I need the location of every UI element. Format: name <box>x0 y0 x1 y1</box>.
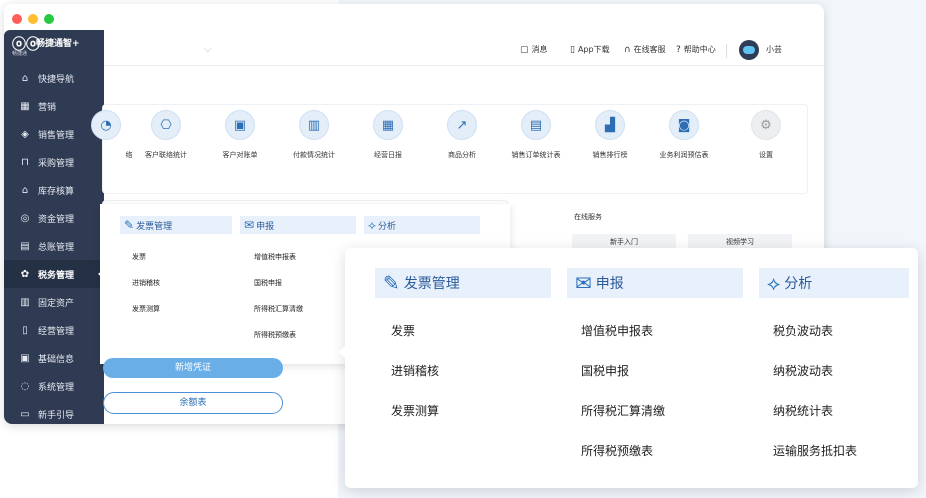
quick-item-contact-stats[interactable]: ⎔ 客户联络统计 <box>126 110 206 160</box>
gear-icon: ⚙ <box>751 110 781 140</box>
brand-sub: 畅捷通 <box>12 51 28 57</box>
bag-icon: ⊓ <box>21 156 29 168</box>
analysis-icon: ⟡ <box>767 271 781 295</box>
invoice-icon: ✎ <box>124 218 135 232</box>
payment-stats-icon: ▥ <box>299 110 329 140</box>
menu-item-prepay-small[interactable]: 所得税预缴表 <box>254 330 296 340</box>
sales-order-icon: ▤ <box>521 110 551 140</box>
quick-item-daily-report[interactable]: ▦ 经营日报 <box>348 110 428 160</box>
zoom-traffic-light[interactable] <box>44 14 54 24</box>
menu-item-national-small[interactable]: 国税申报 <box>254 278 282 288</box>
warehouse-icon: ⌂ <box>21 184 29 196</box>
quick-item-statement[interactable]: ▣ 客户对账单 <box>200 110 280 160</box>
chevron-down-icon[interactable]: ⌵ <box>204 44 212 55</box>
online-service-title: 在线服务 <box>574 213 602 221</box>
declare-header: ✉ 申报 <box>567 268 743 298</box>
sidebar-item-system[interactable]: ◌ 系统管理 <box>4 372 104 400</box>
analysis-header: ⟡ 分析 <box>759 268 909 298</box>
sales-icon: ◈ <box>21 128 29 140</box>
quick-item-sales-order[interactable]: ▤ 销售订单统计表 <box>496 110 576 160</box>
declare-icon: ✉ <box>244 218 255 232</box>
menu-item-settle-small[interactable]: 所得税汇算清缴 <box>254 304 303 314</box>
sidebar-item-funds[interactable]: ◎ 资金管理 <box>4 204 104 232</box>
business-icon: ▯ <box>22 324 28 336</box>
statement-icon: ▣ <box>225 110 255 140</box>
balance-button[interactable]: 余额表 <box>103 392 283 414</box>
invoice-header-small: ✎ 发票管理 <box>120 216 232 234</box>
menu-item-tax-stats[interactable]: 纳税统计表 <box>773 402 833 419</box>
home-icon: ⌂ <box>21 72 29 84</box>
messages-link[interactable]: ▢ 消息 <box>520 44 548 55</box>
quick-item-settings[interactable]: ⚙ 设置 <box>726 110 806 160</box>
declare-icon: ✉ <box>575 271 592 295</box>
money-icon: ◎ <box>20 212 30 224</box>
sidebar-item-ledger[interactable]: ▤ 总账管理 <box>4 232 104 260</box>
sidebar-item-tax[interactable]: ✿ 税务管理 <box>4 260 104 288</box>
product-analysis-icon: ↗ <box>447 110 477 140</box>
user-avatar[interactable] <box>739 40 759 60</box>
menu-item-invoice-small[interactable]: 发票 <box>132 252 146 262</box>
menu-item-audit-small[interactable]: 进销稽核 <box>132 278 160 288</box>
menu-item-national[interactable]: 国税申报 <box>581 362 629 379</box>
asset-icon: ▥ <box>20 296 30 308</box>
app-download-link[interactable]: ▯ App下载 <box>570 44 610 55</box>
menu-item-calc-small[interactable]: 发票测算 <box>132 304 160 314</box>
analysis-icon: ⟡ <box>368 217 376 232</box>
daily-report-icon: ▦ <box>373 110 403 140</box>
ranking-icon: ▟ <box>595 110 625 140</box>
divider <box>726 44 727 58</box>
quick-item-product-analysis[interactable]: ↗ 商品分析 <box>422 110 502 160</box>
menu-item-transport[interactable]: 运输服务抵扣表 <box>773 442 857 459</box>
menu-item-tax-fluct[interactable]: 纳税波动表 <box>773 362 833 379</box>
menu-item-vat-small[interactable]: 增值税申报表 <box>254 252 296 262</box>
tax-menu-zoomed: ✎ 发票管理 ✉ 申报 ⟡ 分析 发票 进销稽核 发票测算 增值税申报表 国税申报 所… <box>339 248 918 488</box>
menu-item-invoice[interactable]: 发票 <box>391 322 415 339</box>
profit-icon: ◙ <box>669 110 699 140</box>
headset-icon: ∩ <box>624 45 631 55</box>
menu-item-settle[interactable]: 所得税汇算清缴 <box>581 402 665 419</box>
menu-item-tax-burden[interactable]: 税负波动表 <box>773 322 833 339</box>
analysis-header-small: ⟡ 分析 <box>364 216 480 234</box>
invoice-header: ✎ 发票管理 <box>375 268 551 298</box>
phone-icon: ▯ <box>570 45 575 55</box>
info-icon: ▣ <box>20 352 30 364</box>
brand-logo: ⓞⓞ 畅捷通智+ 畅捷通 <box>12 34 80 58</box>
menu-item-calc[interactable]: 发票测算 <box>391 402 439 419</box>
minimize-traffic-light[interactable] <box>28 14 38 24</box>
quick-item-profit[interactable]: ◙ 业务利润预估表 <box>644 110 724 160</box>
menu-item-audit[interactable]: 进销稽核 <box>391 362 439 379</box>
online-service-link[interactable]: ∩ 在线客服 <box>624 44 666 55</box>
quick-item-payment-stats[interactable]: ▥ 付款情况统计 <box>274 110 354 160</box>
sidebar-item-basic-info[interactable]: ▣ 基础信息 <box>4 344 104 372</box>
menu-item-vat[interactable]: 增值税申报表 <box>581 322 653 339</box>
user-name[interactable]: 小芸 <box>766 44 782 55</box>
guide-icon: ▭ <box>20 408 30 420</box>
help-icon: ? <box>676 45 681 55</box>
quick-item-ranking[interactable]: ▟ 销售排行榜 <box>570 110 650 160</box>
ledger-icon: ▤ <box>20 240 30 252</box>
brand-name: 畅捷通智+ <box>36 39 80 49</box>
tax-icon: ✿ <box>20 268 30 280</box>
menu-item-prepay[interactable]: 所得税预缴表 <box>581 442 653 459</box>
sidebar-item-inventory[interactable]: ⌂ 库存核算 <box>4 176 104 204</box>
close-traffic-light[interactable] <box>12 14 22 24</box>
sidebar-item-quick-nav[interactable]: ⌂ 快捷导航 <box>4 64 104 92</box>
sidebar-item-fixed-assets[interactable]: ▥ 固定资产 <box>4 288 104 316</box>
system-icon: ◌ <box>20 380 30 392</box>
chart-icon: ◔ <box>91 110 121 140</box>
top-bar: ⌵ ▢ 消息 ▯ App下载 ∩ 在线客服 ? 帮助中心 小芸 <box>4 34 824 66</box>
calendar-icon: ▦ <box>20 100 30 112</box>
sidebar: ⓞⓞ 畅捷通智+ 畅捷通 ⌂ 快捷导航 ▦ 营销 ◈ 销售管理 ⊓ 采购管理 ⌂ 库存核算… <box>4 30 104 424</box>
contact-stats-icon: ⎔ <box>151 110 181 140</box>
sidebar-item-guide[interactable]: ▭ 新手引导 <box>4 400 104 424</box>
new-voucher-button[interactable]: 新增凭证 <box>103 358 283 378</box>
help-center-link[interactable]: ? 帮助中心 <box>676 44 716 55</box>
sidebar-item-business[interactable]: ▯ 经营管理 <box>4 316 104 344</box>
invoice-icon: ✎ <box>383 271 400 295</box>
declare-header-small: ✉ 申报 <box>240 216 356 234</box>
message-icon: ▢ <box>520 45 529 55</box>
